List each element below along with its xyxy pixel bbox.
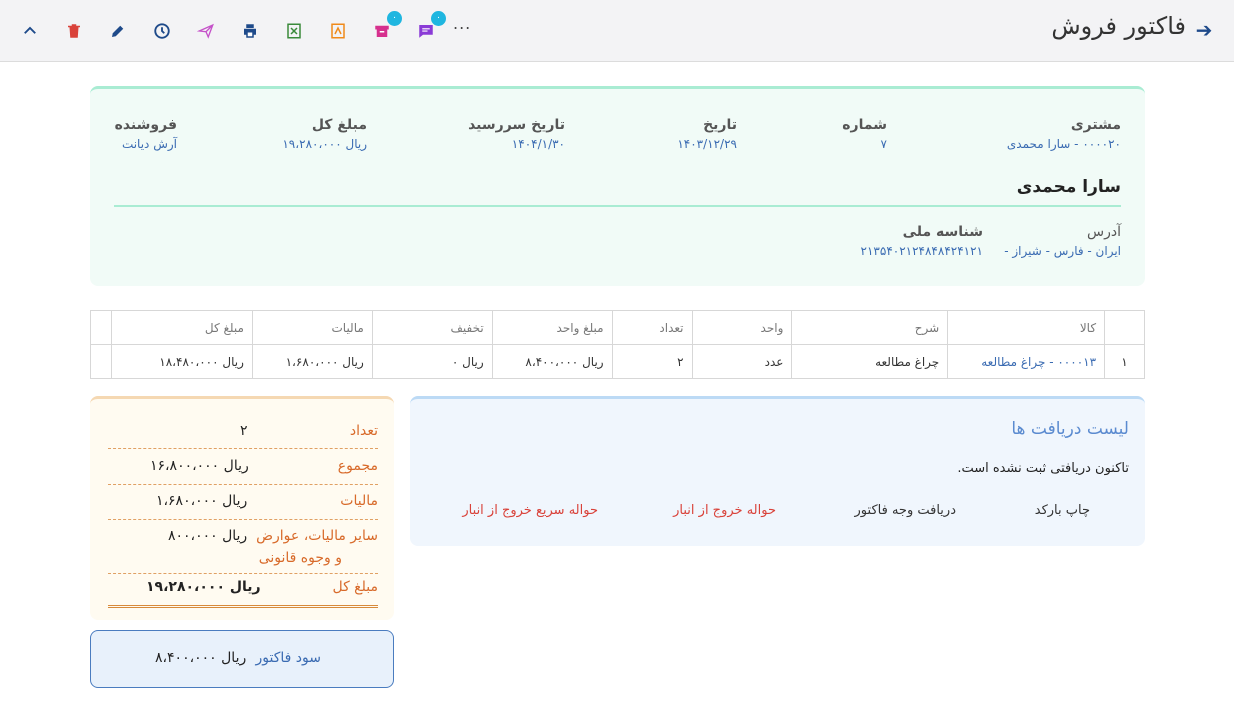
- receipts-card: لیست دریافت ها تاکنون دریافتی ثبت نشده ا…: [410, 396, 1145, 546]
- customer-link[interactable]: ۰۰۰۰۲۰ - سارا محمدی: [1007, 137, 1121, 151]
- print-icon[interactable]: [237, 18, 263, 44]
- summary-total-label: مبلغ کل: [332, 579, 378, 595]
- archive-icon[interactable]: ۰: [369, 11, 402, 44]
- summary-other-tax-row: سایر مالیات، عوارض و وجوه قانونی ریال ۸۰…: [108, 528, 378, 574]
- receipts-empty-text: تاکنون دریافتی ثبت نشده است.: [957, 461, 1129, 476]
- profit-value: ریال ۸،۴۰۰،۰۰۰: [155, 650, 247, 666]
- archive-badge: ۰: [387, 11, 402, 26]
- divider: [114, 205, 1121, 207]
- summary-count-row: تعداد ۲: [108, 423, 378, 449]
- summary-other-tax-value: ریال ۸۰۰،۰۰۰: [168, 528, 248, 544]
- row-extra: [89, 344, 113, 379]
- due-date-value: ۱۴۰۴/۱/۳۰: [511, 137, 565, 151]
- summary-count-label: تعداد: [349, 423, 378, 439]
- col-header: شرح: [791, 310, 949, 345]
- customer-field: مشتری ۰۰۰۰۲۰ - سارا محمدی: [1007, 117, 1121, 151]
- comment-badge: ۰: [431, 11, 446, 26]
- due-date-field: تاریخ سررسید ۱۴۰۴/۱/۳۰: [468, 117, 565, 151]
- profit-box: سود فاکتور ریال ۸،۴۰۰،۰۰۰: [90, 630, 394, 688]
- summary-count-value: ۲: [240, 423, 248, 439]
- more-menu[interactable]: ...: [453, 14, 471, 33]
- row-index: ۱: [1104, 344, 1145, 379]
- comment-icon[interactable]: ۰: [413, 11, 446, 44]
- summary-subtotal-label: مجموع: [337, 458, 378, 474]
- top-toolbar: ➔ فاکتور فروش ۰ ۰ ...: [0, 0, 1234, 62]
- col-header: [1104, 310, 1145, 345]
- item-description: چراغ مطالعه: [791, 344, 949, 379]
- address-value: ایران - فارس - شیراز -: [1004, 244, 1121, 258]
- trash-icon[interactable]: [61, 18, 87, 44]
- address-field: آدرس ایران - فارس - شیراز -: [1004, 224, 1121, 258]
- clock-icon[interactable]: [149, 18, 175, 44]
- seller-field: فروشنده آرش دیانت: [115, 117, 177, 151]
- summary-tax-row: مالیات ریال ۱،۶۸۰،۰۰۰: [108, 493, 378, 520]
- warehouse-exit-link[interactable]: حواله خروج از انبار: [673, 503, 776, 518]
- invoice-header-card: مشتری ۰۰۰۰۲۰ - سارا محمدی شماره ۷ تاریخ …: [90, 86, 1145, 286]
- quick-warehouse-exit-link[interactable]: حواله سریع خروج از انبار: [462, 503, 598, 518]
- due-date-label: تاریخ سررسید: [468, 117, 565, 133]
- item-total: ریال ۱۸،۴۸۰،۰۰۰: [111, 344, 253, 379]
- national-id-label: شناسه ملی: [902, 224, 983, 240]
- chevron-up-icon[interactable]: [17, 18, 43, 44]
- table-row[interactable]: ۱ ۰۰۰۰۱۳ - چراغ مطالعه چراغ مطالعه عدد ۲…: [89, 344, 1145, 379]
- summary-total-row: مبلغ کل ریال ۱۹،۲۸۰،۰۰۰: [108, 579, 378, 608]
- item-discount: ریال ۰: [371, 344, 493, 379]
- seller-value: آرش دیانت: [121, 137, 177, 151]
- pencil-icon[interactable]: [105, 18, 131, 44]
- customer-name-heading: سارا محمدی: [1016, 177, 1121, 197]
- col-header: [89, 310, 113, 345]
- col-header: مبلغ کل: [111, 310, 253, 345]
- send-icon[interactable]: [193, 18, 219, 44]
- summary-card: تعداد ۲ مجموع ریال ۱۶،۸۰۰،۰۰۰ مالیات ریا…: [90, 396, 394, 620]
- summary-tax-label: مالیات: [340, 493, 378, 509]
- item-unit: عدد: [691, 344, 793, 379]
- profit-label: سود فاکتور: [255, 650, 322, 666]
- table-header-row: کالا شرح واحد تعداد مبلغ واحد تخفیف مالی…: [89, 310, 1145, 345]
- summary-other-tax-label-1: سایر مالیات، عوارض: [256, 528, 378, 544]
- col-header: مبلغ واحد: [491, 310, 613, 345]
- item-link[interactable]: ۰۰۰۰۱۳ - چراغ مطالعه: [947, 344, 1106, 379]
- print-barcode-link[interactable]: چاپ بارکد: [1035, 503, 1090, 518]
- summary-other-tax-label-2: و وجوه قانونی: [258, 550, 342, 566]
- summary-subtotal-row: مجموع ریال ۱۶،۸۰۰،۰۰۰: [108, 458, 378, 485]
- total-field: مبلغ کل ریال ۱۹،۲۸۰،۰۰۰: [282, 117, 367, 151]
- date-label: تاریخ: [703, 117, 737, 133]
- col-header: تعداد: [611, 310, 693, 345]
- item-unit-price: ریال ۸،۴۰۰،۰۰۰: [491, 344, 613, 379]
- seller-label: فروشنده: [114, 117, 177, 133]
- summary-total-value: ریال ۱۹،۲۸۰،۰۰۰: [146, 579, 261, 595]
- item-quantity: ۲: [611, 344, 693, 379]
- items-table: کالا شرح واحد تعداد مبلغ واحد تخفیف مالی…: [89, 310, 1145, 379]
- number-label: شماره: [842, 117, 887, 133]
- col-header: واحد: [691, 310, 793, 345]
- page-title: فاکتور فروش: [1051, 12, 1186, 40]
- customer-label: مشتری: [1070, 117, 1121, 133]
- number-value: ۷: [880, 137, 887, 151]
- date-value: ۱۴۰۳/۱۲/۲۹: [677, 137, 737, 151]
- col-header: تخفیف: [371, 310, 493, 345]
- excel-icon[interactable]: [281, 18, 307, 44]
- total-label: مبلغ کل: [311, 117, 367, 133]
- national-id-value: ۲۱۳۵۴۰۲۱۲۴۸۴۸۴۲۴۱۲۱: [860, 244, 983, 258]
- pdf-icon[interactable]: [325, 18, 351, 44]
- national-id-field: شناسه ملی ۲۱۳۵۴۰۲۱۲۴۸۴۸۴۲۴۱۲۱: [861, 224, 983, 258]
- date-field: تاریخ ۱۴۰۳/۱۲/۲۹: [677, 117, 737, 151]
- col-header: کالا: [947, 310, 1106, 345]
- summary-subtotal-value: ریال ۱۶،۸۰۰،۰۰۰: [150, 458, 249, 474]
- number-field: شماره ۷: [842, 117, 887, 151]
- item-tax: ریال ۱،۶۸۰،۰۰۰: [251, 344, 373, 379]
- receive-payment-link[interactable]: دریافت وجه فاکتور: [855, 503, 956, 518]
- col-header: مالیات: [251, 310, 373, 345]
- summary-tax-value: ریال ۱،۶۸۰،۰۰۰: [156, 493, 248, 509]
- receipts-title: لیست دریافت ها: [1011, 419, 1129, 439]
- back-arrow-icon[interactable]: ➔: [1192, 18, 1216, 42]
- address-label: آدرس: [1087, 224, 1121, 240]
- total-value: ریال ۱۹،۲۸۰،۰۰۰: [282, 137, 367, 151]
